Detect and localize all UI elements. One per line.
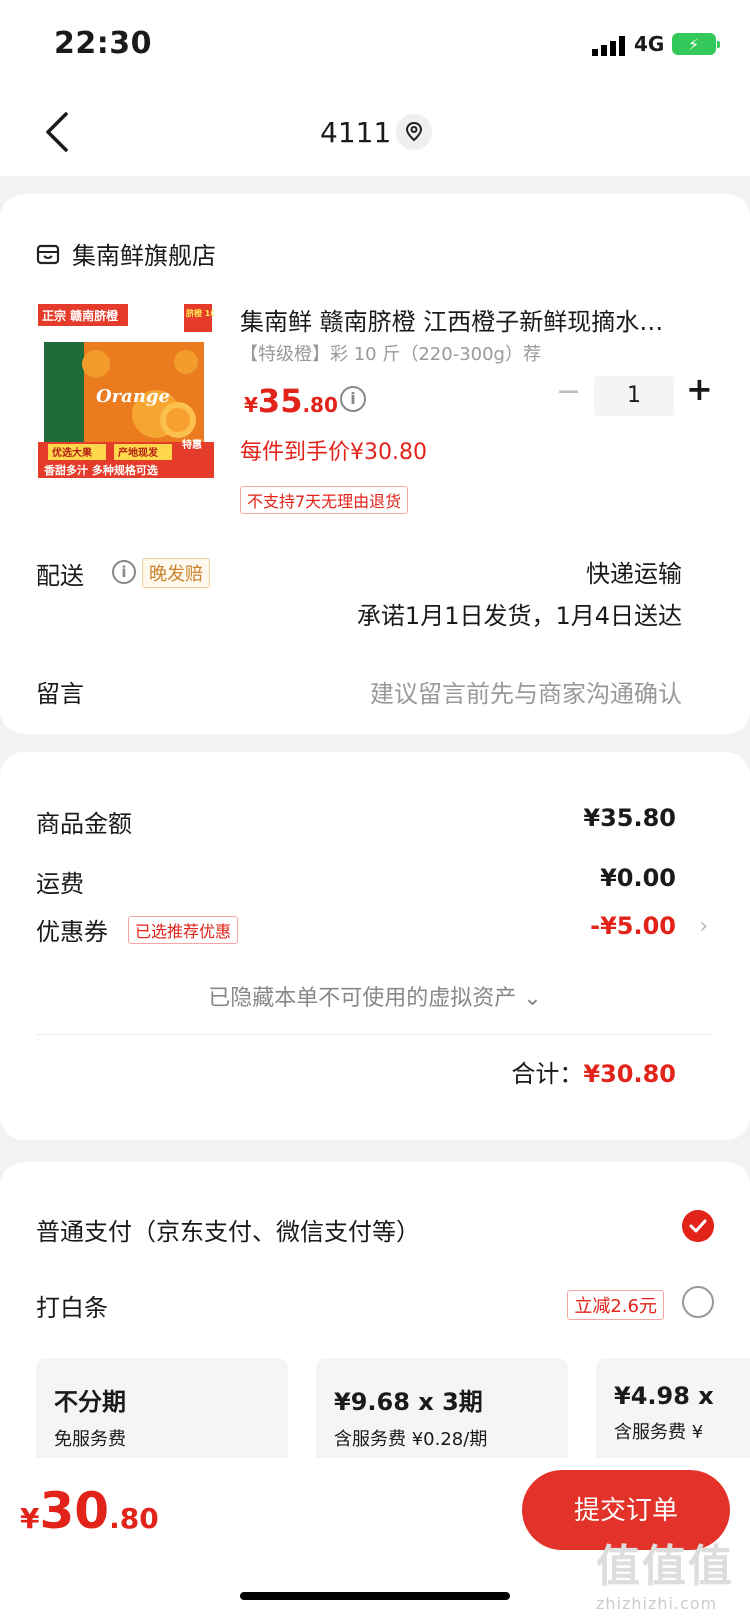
nav-bar: 4111 xyxy=(0,88,750,176)
baitiao-radio[interactable] xyxy=(682,1286,714,1318)
normal-pay-check-icon[interactable] xyxy=(682,1210,714,1242)
nav-title: 4111 xyxy=(320,116,392,149)
total-row: 合计：¥30.80 xyxy=(511,1054,676,1089)
status-bar: 22:30 4G ⚡ xyxy=(0,0,750,88)
final-unit-price: 每件到手价¥30.80 xyxy=(240,440,427,465)
goods-amount-label: 商品金额 xyxy=(36,810,132,838)
baitiao-discount-tag: 立减2.6元 xyxy=(567,1290,664,1320)
baitiao-label[interactable]: 打白条 xyxy=(36,1288,108,1323)
quantity-input[interactable]: 1 xyxy=(594,376,674,416)
plan-sub: 免服务费 xyxy=(54,1429,126,1450)
plan-option[interactable]: ¥4.98 x 含服务费 ¥ xyxy=(596,1358,750,1458)
quantity-plus-button[interactable]: + xyxy=(686,370,713,408)
price-info-icon[interactable]: i xyxy=(340,386,366,412)
price-dec: .80 xyxy=(302,393,338,417)
quantity-minus-button[interactable]: − xyxy=(556,374,581,409)
status-time: 22:30 xyxy=(54,26,152,61)
shipping-info-icon[interactable]: i xyxy=(112,560,136,584)
total-label: 合计： xyxy=(511,1060,584,1088)
network-type: 4G xyxy=(634,32,665,56)
product-slogan1: 优选大果 xyxy=(52,446,93,459)
product-brand-text: Orange xyxy=(96,386,170,407)
plan-title: ¥4.98 x xyxy=(614,1382,714,1410)
price-symbol: ¥ xyxy=(244,393,258,417)
battery-icon: ⚡ xyxy=(672,33,720,55)
goods-amount-value: ¥35.80 xyxy=(583,804,676,832)
coupon-value[interactable]: -¥5.00 xyxy=(590,912,676,940)
store-icon xyxy=(36,244,60,264)
divider xyxy=(36,1034,714,1035)
plan-sub: 含服务费 ¥0.28/期 xyxy=(334,1429,488,1450)
bottom-bar: ¥30.80 提交订单 值值值 zhizhizhi.com xyxy=(0,1462,750,1624)
bottom-total-price: ¥30.80 xyxy=(20,1482,159,1540)
signal-icon xyxy=(592,36,625,56)
message-input[interactable]: 建议留言前先与商家沟通确认 xyxy=(370,674,682,709)
store-card: 集南鲜旗舰店 正宗 赣南脐橙 脐橙 10W+ Orange 优选大果 产地现发 … xyxy=(0,194,750,734)
payment-card: 普通支付（京东支付、微信支付等） 打白条 立减2.6元 不分期 免服务费 ¥9.… xyxy=(0,1162,750,1482)
location-icon[interactable] xyxy=(396,114,432,150)
product-title[interactable]: 集南鲜 赣南脐橙 江西橙子新鲜现摘水… xyxy=(240,302,710,337)
amount-card: 商品金额 ¥35.80 运费 ¥0.00 优惠券 已选推荐优惠 -¥5.00 ›… xyxy=(0,752,750,1140)
freight-value: ¥0.00 xyxy=(600,864,676,892)
product-slogan3: 香甜多汁 多种规格可选 xyxy=(43,463,158,477)
shipping-label: 配送 xyxy=(36,562,84,590)
watermark-url: zhizhizhi.com xyxy=(596,1594,718,1613)
product-spec[interactable]: 【特级橙】彩 10 斤（220-300g）荐 xyxy=(240,340,541,366)
coupon-chevron-icon[interactable]: › xyxy=(699,914,708,939)
plan-title: 不分期 xyxy=(54,1388,126,1416)
bottom-price-int: 30 xyxy=(39,1482,110,1540)
product-tag-right: 脐橙 10W+ xyxy=(186,308,214,318)
total-value: ¥30.80 xyxy=(583,1060,676,1088)
return-policy-tag: 不支持7天无理由退货 xyxy=(240,486,409,514)
back-icon[interactable] xyxy=(40,110,80,154)
late-compensation-tag[interactable]: 晚发赔 xyxy=(142,558,210,588)
plan-option[interactable]: 不分期 免服务费 xyxy=(36,1358,288,1458)
watermark-text: 值值值 xyxy=(596,1541,734,1592)
product-price: ¥35.80 xyxy=(244,382,338,420)
shipping-promise: 承诺1月1日发货，1月4日送达 xyxy=(356,602,682,630)
shipping-type[interactable]: 快递运输 xyxy=(586,554,682,589)
freight-label: 运费 xyxy=(36,870,84,898)
store-header[interactable]: 集南鲜旗舰店 xyxy=(36,236,216,271)
home-indicator[interactable] xyxy=(240,1592,510,1600)
coupon-tag: 已选推荐优惠 xyxy=(128,916,239,944)
store-name: 集南鲜旗舰店 xyxy=(72,242,216,270)
bottom-price-symbol: ¥ xyxy=(20,1502,40,1535)
product-image[interactable]: 正宗 赣南脐橙 脐橙 10W+ Orange 优选大果 产地现发 特惠 香甜多汁… xyxy=(36,302,214,480)
plan-title: ¥9.68 x 3期 xyxy=(334,1388,483,1416)
plan-sub: 含服务费 ¥ xyxy=(614,1422,704,1443)
coupon-label: 优惠券 xyxy=(36,918,108,946)
bottom-price-dec: .80 xyxy=(109,1502,159,1535)
normal-pay-label[interactable]: 普通支付（京东支付、微信支付等） xyxy=(36,1212,420,1247)
product-badge: 特惠 xyxy=(182,438,202,451)
message-label: 留言 xyxy=(36,680,84,708)
price-int: 35 xyxy=(257,382,303,420)
installment-plans: 不分期 免服务费 ¥9.68 x 3期 含服务费 ¥0.28/期 ¥4.98 x… xyxy=(36,1358,750,1458)
plan-option[interactable]: ¥9.68 x 3期 含服务费 ¥0.28/期 xyxy=(316,1358,568,1458)
product-tag-left: 正宗 赣南脐橙 xyxy=(42,308,119,323)
product-photo: 正宗 赣南脐橙 脐橙 10W+ Orange 优选大果 产地现发 特惠 香甜多汁… xyxy=(36,302,214,480)
hidden-assets-toggle[interactable]: 已隐藏本单不可使用的虚拟资产 ⌄ xyxy=(0,980,750,1012)
product-slogan2: 产地现发 xyxy=(118,446,159,459)
watermark: 值值值 zhizhizhi.com xyxy=(596,1530,734,1613)
